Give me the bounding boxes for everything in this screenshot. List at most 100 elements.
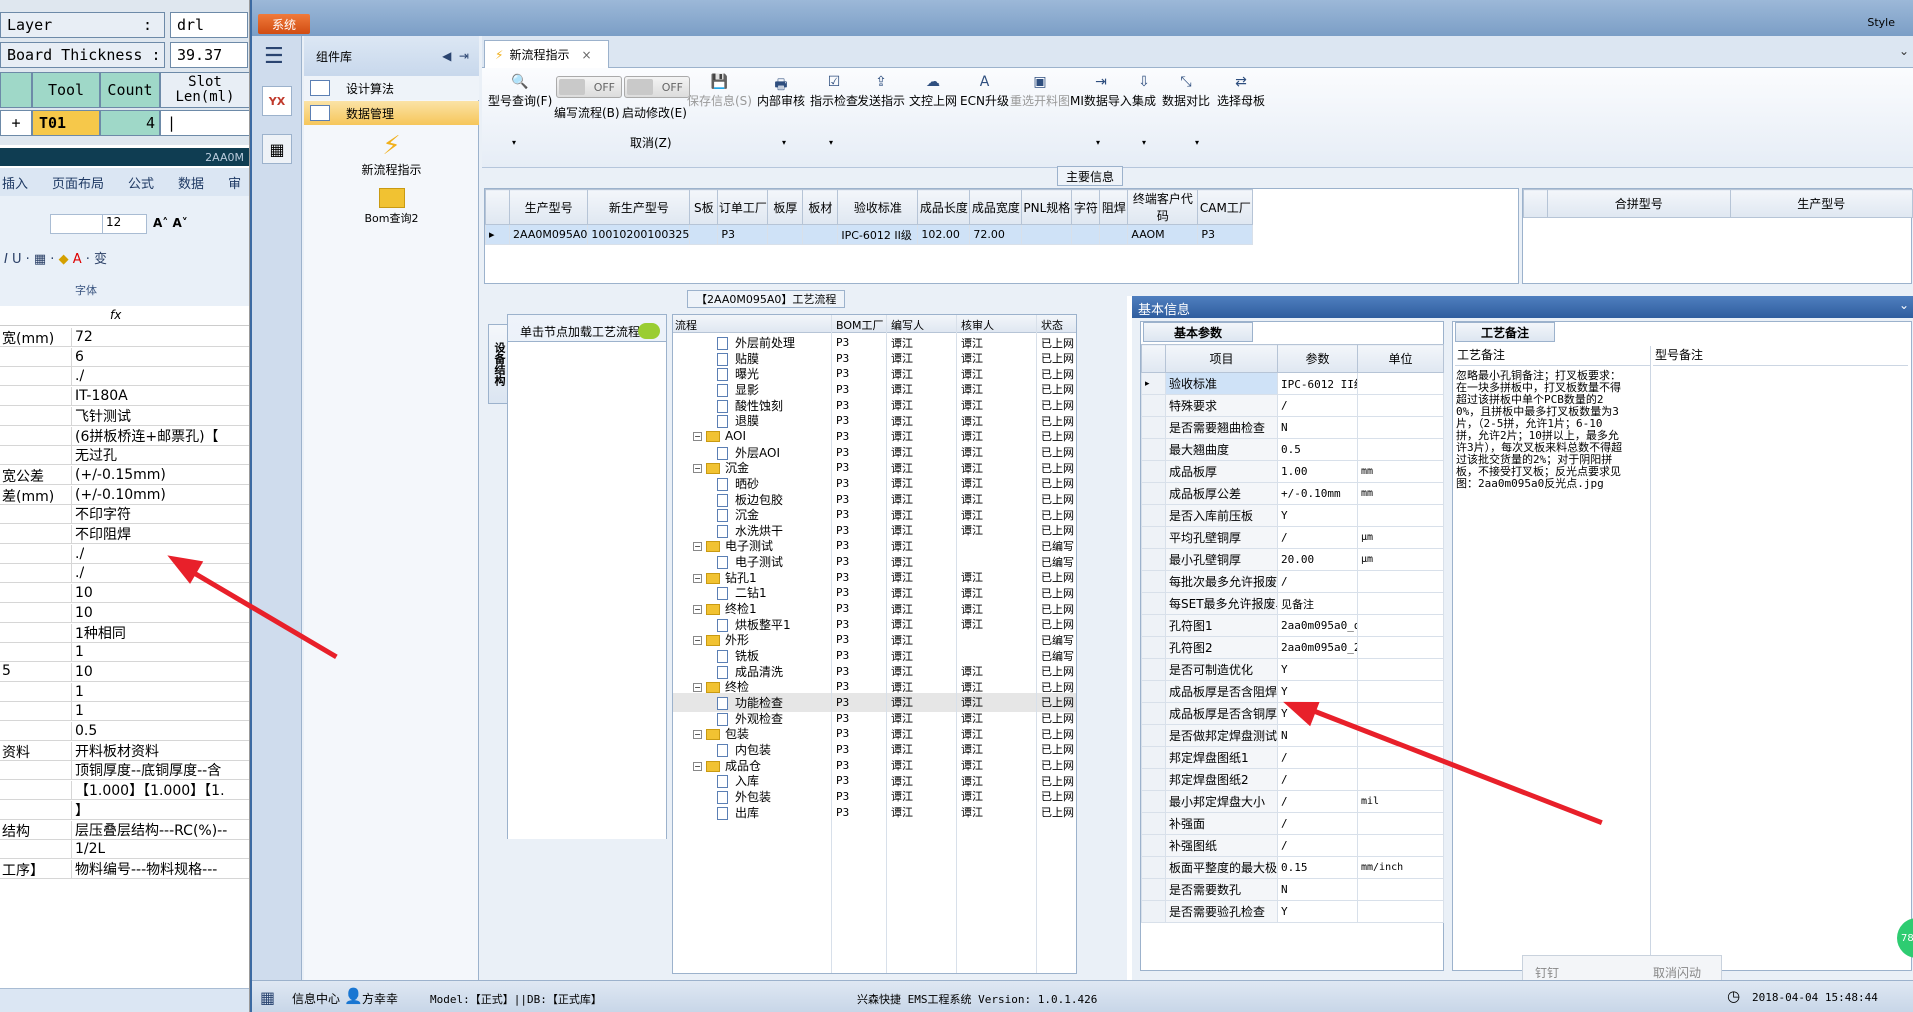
process-tree[interactable]: 流程 BOM工厂 编写人 核审人 状态 外层前处理 P3 谭江 谭江 已上网 贴膜 P3 谭江 谭江 已上网… [672,314,1077,974]
main-cell[interactable]: 10010200100325 [587,224,691,245]
main-header-cell[interactable]: 成品长度 [917,189,971,225]
sheet-row[interactable]: 1 [0,702,249,722]
system-button[interactable]: 系统 [258,14,310,34]
toolbar-button[interactable]: ☁ 文控上网 [909,74,957,109]
param-value[interactable]: 20.00 [1277,548,1358,571]
main-cell[interactable]: 102.00 [917,224,971,245]
sheet-cell-label[interactable]: 差(mm) [0,485,72,504]
param-value[interactable]: +/-0.10mm [1277,482,1358,505]
sheet-row[interactable]: 1种相同 [0,623,249,643]
main-header-cell[interactable]: 验收标准 [837,189,919,225]
collapse-icon[interactable]: − [693,730,702,740]
sheet-row[interactable]: 1/2L [0,840,249,860]
yx-logo-icon[interactable]: YX [262,86,292,116]
main-cell[interactable]: 2AA0M095A0 [508,224,589,245]
sheet-cell-value[interactable]: 10 [72,605,93,621]
sheet-row[interactable]: 不印字符 [0,505,249,525]
calculator-icon[interactable]: ▦ [262,134,292,164]
sheet-cell-label[interactable] [0,564,72,583]
sheet-cell-label[interactable]: 工序】 [0,859,72,878]
collapse-icon[interactable]: − [693,464,702,474]
param-value[interactable]: / [1277,790,1358,813]
sheet-row[interactable]: 1 [0,682,249,702]
collapse-icon[interactable]: − [693,683,702,693]
param-value[interactable]: / [1277,768,1358,791]
sheet-row[interactable]: 5 10 [0,662,249,682]
quick-new-flow[interactable]: ⚡ 新流程指示 [304,131,479,178]
param-value[interactable]: / [1277,812,1358,835]
sheet-cell-value[interactable]: 顶铜厚度--底铜厚度--含 [72,760,221,780]
table-row[interactable]: 邦定焊盘图纸1/ [1141,746,1444,769]
param-value[interactable]: Y [1277,658,1358,681]
tree-row[interactable]: 出库 P3 谭江 谭江 已上网 [673,803,1076,822]
sheet-cell-value[interactable]: 1种相同 [72,623,126,643]
param-header-cell[interactable]: 单位 [1357,344,1444,373]
sheet-cell-label[interactable] [0,623,72,642]
param-value[interactable]: 0.15 [1277,856,1358,879]
dropdown-arrow-icon[interactable]: ▾ [512,138,516,147]
formula-bar[interactable]: fx [0,306,249,326]
sheet-cell-label[interactable] [0,840,72,859]
sheet-row[interactable]: 飞针测试 [0,406,249,426]
table-row[interactable]: 特殊要求 / [1141,394,1444,417]
font-style-icons[interactable]: I U · ▦ · ◆ A · 变 [4,248,107,267]
toolbar-button[interactable]: ☑ 指示检查 [810,74,858,109]
sheet-cell-value[interactable]: (+/-0.15mm) [72,467,166,483]
sheet-row[interactable]: 1 [0,643,249,663]
main-info-grid[interactable]: 生产型号 新生产型号 S板 订单工厂 板厚 板材 验收标准 成品长度 成品宽度 PNL规格 字符 阻焊… [484,188,1519,284]
slot-input[interactable]: | [160,110,249,136]
thickness-input[interactable]: 39.37 [170,42,248,68]
style-label[interactable]: Style [1867,16,1895,29]
sheet-cell-label[interactable]: 结构 [0,820,72,839]
basic-params-tab[interactable]: 基本参数 [1143,322,1253,342]
table-row[interactable]: 是否需要数孔 N [1141,878,1444,901]
sheet-cell-value[interactable]: ./ [72,565,84,581]
table-row[interactable]: ▸ 验收标准 IPC-6012 II级 [1141,372,1444,395]
param-value[interactable]: / [1277,570,1358,593]
table-row[interactable]: 补强面 / [1141,812,1444,835]
main-cell[interactable] [1071,224,1101,245]
main-cell[interactable]: IPC-6012 II级 [837,224,919,245]
main-cell[interactable] [1021,224,1073,245]
sheet-cell-label[interactable]: 5 [0,662,72,681]
param-header-cell[interactable]: 项目 [1165,344,1278,373]
toolbar-button[interactable]: 🖶 内部审核 [757,74,805,109]
dropdown-arrow-icon[interactable]: ▾ [1096,138,1100,147]
sheet-row[interactable]: 10 [0,603,249,623]
merge-model-grid[interactable]: 合拼型号 生产型号 [1522,188,1913,284]
sheet-cell-value[interactable]: 无过孔 [72,445,117,465]
sheet-cell-value[interactable]: 【1.000】【1.000】【1. [72,780,225,800]
main-cell[interactable]: 72.00 [969,224,1023,245]
sheet-cell-label[interactable] [0,406,72,425]
tool-count-cell[interactable]: 4 [100,110,160,136]
table-row[interactable]: 每SET最多允许报废单元见备注 [1141,592,1444,615]
tree-header-cell[interactable]: 流程 [675,317,697,333]
sheet-row[interactable]: 0.5 [0,722,249,741]
table-row[interactable]: 最小孔壁铜厚 20.00 μm [1141,548,1444,571]
dropdown-arrow-icon[interactable]: ▾ [829,138,833,147]
sheet-cell-value[interactable]: 0.5 [72,723,97,739]
sheet-row[interactable]: 无过孔 [0,445,249,466]
tool-name-cell[interactable]: T01 [32,110,100,136]
sheet-cell-label[interactable] [0,702,72,721]
sheet-row[interactable]: 工序】 物料编号---物料规格--- [0,859,249,879]
sheet-row[interactable]: 资料 开料板材资料 [0,741,249,761]
sheet-cell-value[interactable]: 1/2L [72,841,105,857]
main-header-cell[interactable]: 新生产型号 [587,189,691,225]
main-cell[interactable]: P3 [717,224,769,245]
toolbar-button[interactable]: ▣ 重选开料图 [1010,74,1070,109]
nav-design-algorithm[interactable]: 设计算法 [304,76,479,100]
sheet-row[interactable]: 结构 层压叠层结构---RC(%)-- [0,820,249,840]
collapse-icon[interactable]: − [693,432,702,442]
tree-header-cell[interactable]: 核审人 [961,317,994,333]
param-value[interactable]: / [1277,746,1358,769]
sheet-cell-label[interactable] [0,603,72,622]
ribbon-tab-review[interactable]: 审 [228,173,241,192]
info-center[interactable]: 信息中心 [292,990,340,1007]
toolbar-button[interactable]: ⇥ MI数据导入 [1070,74,1132,109]
sheet-cell-value[interactable]: 物料编号---物料规格--- [72,859,217,879]
excel-sheet-tabs[interactable] [0,988,249,1012]
sheet-cell-value[interactable]: 】 [72,800,89,820]
process-note-text[interactable]: 忽略最小孔铜备注；打叉板要求：在一块多拼板中，打叉板数量不得超过该拼板中单个PC… [1456,370,1624,950]
sheet-cell-value[interactable]: 1 [72,644,84,660]
